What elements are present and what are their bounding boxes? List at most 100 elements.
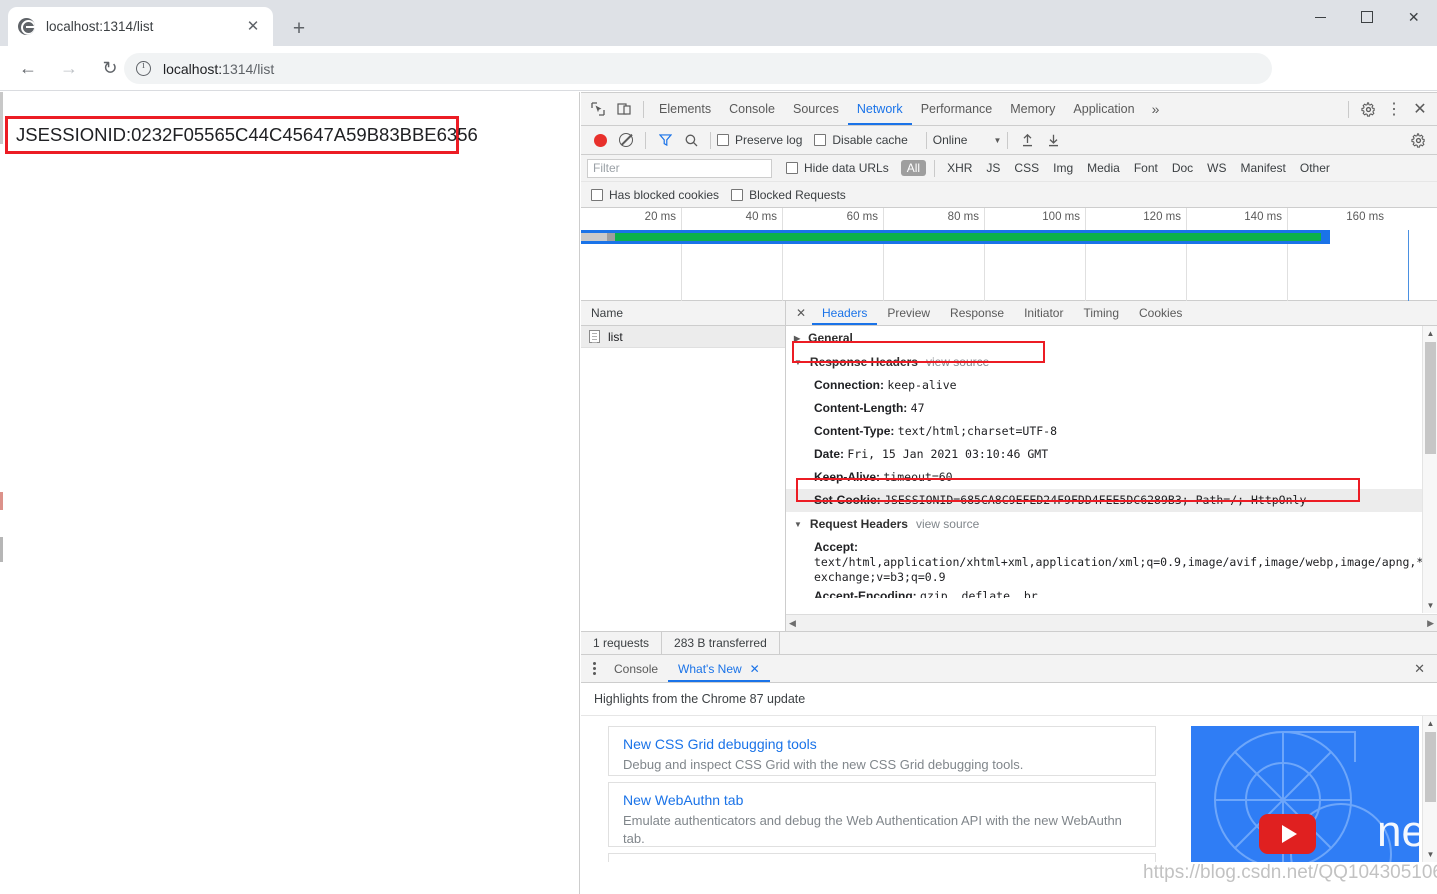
devtools-tab-sources[interactable]: Sources [784,93,848,125]
status-requests-count: 1 requests [581,631,663,655]
detail-tab-cookies[interactable]: Cookies [1129,301,1192,325]
detail-close-icon[interactable]: ✕ [790,306,812,320]
section-general[interactable]: ▶ General [786,326,1437,350]
checkbox-box [717,134,729,146]
whats-new-card-3[interactable]: Move tools between top and bottom panel [608,853,1156,862]
new-tab-button[interactable]: + [285,14,313,42]
request-view-source-link[interactable]: view source [916,517,979,531]
whats-new-card-title[interactable]: New WebAuthn tab [623,792,1141,808]
scroll-up-arrow-icon[interactable]: ▲ [1423,716,1437,731]
request-row-list[interactable]: list [581,326,785,348]
whats-new-card-2[interactable]: New WebAuthn tab Emulate authenticators … [608,782,1156,847]
scroll-left-arrow-icon[interactable]: ◀ [789,618,796,629]
record-button[interactable] [587,127,613,153]
timeline-tick-140ms: 140 ms [1187,208,1288,301]
devtools-tab-performance[interactable]: Performance [912,93,1002,125]
filter-icon[interactable] [652,127,678,153]
play-icon[interactable] [1259,814,1316,854]
hide-data-urls-checkbox[interactable]: Hide data URLs [786,161,889,175]
section-request-headers[interactable]: ▼ Request Headers view source [786,512,1437,536]
detail-tab-response[interactable]: Response [940,301,1014,325]
import-har-icon[interactable] [1014,127,1040,153]
devtools-tab-memory[interactable]: Memory [1001,93,1064,125]
whats-new-card-title[interactable]: New CSS Grid debugging tools [623,736,1141,752]
type-filter-xhr[interactable]: XHR [941,160,978,176]
drawer-tab-whats-new[interactable]: What's New ✕ [668,655,770,682]
devtools-tab-network[interactable]: Network [848,93,912,125]
type-filter-img[interactable]: Img [1047,160,1079,176]
inspect-element-icon[interactable] [585,96,611,122]
tab-close-icon[interactable]: ✕ [243,17,263,37]
reload-button[interactable]: ↻ [93,51,127,85]
scrollbar-thumb[interactable] [1425,342,1436,454]
scroll-up-arrow-icon[interactable]: ▲ [1423,326,1437,341]
type-filter-js[interactable]: JS [980,160,1006,176]
devtools-close-icon[interactable]: ✕ [1407,96,1433,122]
network-settings-gear-icon[interactable] [1405,127,1431,153]
type-filter-font[interactable]: Font [1128,160,1164,176]
type-filter-doc[interactable]: Doc [1166,160,1199,176]
browser-tabstrip: localhost:1314/list ✕ + ✕ [0,0,1437,46]
clear-button[interactable] [613,127,639,153]
preserve-log-checkbox[interactable]: Preserve log [717,133,802,147]
whats-new-card-1[interactable]: New CSS Grid debugging tools Debug and i… [608,726,1156,776]
headers-horizontal-scrollbar[interactable]: ◀ ▶ [786,614,1437,631]
blocked-requests-checkbox[interactable]: Blocked Requests [731,188,846,202]
type-filter-manifest[interactable]: Manifest [1235,160,1292,176]
drawer-close-icon[interactable]: ✕ [1414,661,1437,677]
type-filter-ws[interactable]: WS [1201,160,1232,176]
forward-button[interactable]: → [52,51,86,85]
more-tabs-icon[interactable]: » [1144,101,1168,117]
type-filter-other[interactable]: Other [1294,160,1336,176]
network-filter-bar-secondary: Has blocked cookies Blocked Requests [581,182,1437,208]
network-overview-timeline[interactable]: 20 ms 40 ms 60 ms 80 ms 100 ms 120 ms 14… [581,208,1437,301]
address-bar[interactable]: localhost:1314/list [124,53,1272,84]
checkbox-box [786,162,798,174]
window-maximize-button[interactable] [1344,0,1391,34]
has-blocked-cookies-checkbox[interactable]: Has blocked cookies [591,188,719,202]
drawer-vertical-scrollbar[interactable]: ▲ ▼ [1422,716,1437,862]
devtools-tabbar: Elements Console Sources Network Perform… [581,93,1437,126]
header-value: timeout=60 [883,470,953,484]
search-icon[interactable] [678,127,704,153]
whats-new-video-thumbnail[interactable]: ne [1191,726,1419,862]
response-view-source-link[interactable]: view source [926,355,989,369]
gear-icon[interactable] [1355,96,1381,122]
devtools-menu-icon[interactable]: ⋮ [1381,96,1407,122]
drawer-tab-console[interactable]: Console [604,655,668,682]
type-filter-css[interactable]: CSS [1008,160,1045,176]
devtools-tab-console[interactable]: Console [720,93,784,125]
detail-tab-timing[interactable]: Timing [1073,301,1129,325]
timeline-event-line [1408,230,1409,301]
timeline-tick-40ms: 40 ms [682,208,783,301]
window-minimize-button[interactable] [1297,0,1344,34]
drawer-tab-close-icon[interactable]: ✕ [750,662,760,676]
detail-tab-initiator[interactable]: Initiator [1014,301,1073,325]
section-response-headers[interactable]: ▼ Response Headers view source [786,350,1437,374]
session-id-highlight-box: JSESSIONID:0232F05565C44C45647A59B83BBE6… [5,116,478,154]
scrollbar-thumb[interactable] [1425,732,1436,802]
devtools-tab-application[interactable]: Application [1064,93,1143,125]
drawer-menu-icon[interactable] [585,662,604,675]
headers-vertical-scrollbar[interactable]: ▲ ▼ [1422,326,1437,613]
browser-tab[interactable]: localhost:1314/list ✕ [8,7,273,46]
scroll-down-arrow-icon[interactable]: ▼ [1423,598,1437,613]
detail-tab-preview[interactable]: Preview [877,301,940,325]
export-har-icon[interactable] [1040,127,1066,153]
window-close-button[interactable]: ✕ [1390,0,1437,34]
site-info-icon[interactable] [136,60,151,76]
device-toolbar-icon[interactable] [611,96,637,122]
devtools-tab-elements[interactable]: Elements [650,93,720,125]
scroll-down-arrow-icon[interactable]: ▼ [1423,847,1437,862]
throttling-select[interactable]: Online ▼ [933,133,1002,147]
back-button[interactable]: ← [11,51,45,85]
filter-input[interactable]: Filter [587,158,772,178]
request-detail-tabbar: ✕ Headers Preview Response Initiator Tim… [786,301,1437,326]
type-filter-all[interactable]: All [900,160,927,176]
header-name: Date: [814,447,845,461]
detail-tab-headers[interactable]: Headers [812,301,877,325]
disable-cache-checkbox[interactable]: Disable cache [814,133,908,147]
scroll-right-arrow-icon[interactable]: ▶ [1427,618,1434,629]
request-list-header[interactable]: Name [581,301,785,326]
type-filter-media[interactable]: Media [1081,160,1126,176]
